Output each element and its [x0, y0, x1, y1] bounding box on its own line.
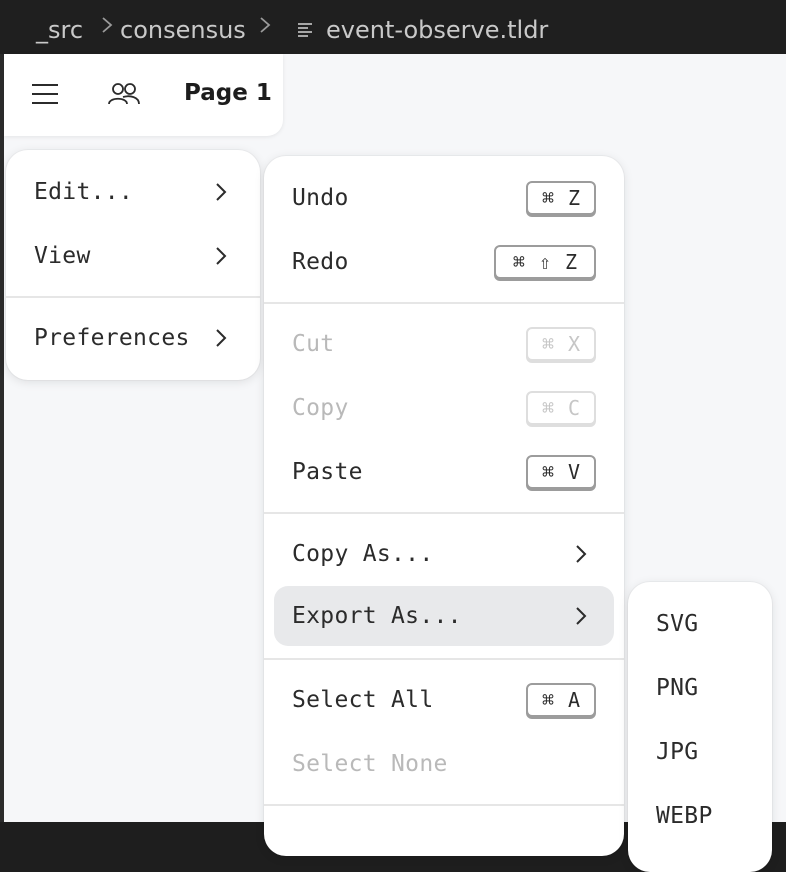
menu-item-export-png[interactable]: PNG	[638, 658, 762, 718]
command-key-icon: ⌘	[541, 688, 554, 712]
shortcut-key: X	[568, 332, 581, 356]
shortcut-undo: ⌘ Z	[526, 181, 596, 215]
menu-item-export-svg[interactable]: SVG	[638, 594, 762, 654]
chevron-right-icon	[574, 543, 588, 565]
shortcut-redo: ⌘ ⇧ Z	[494, 245, 596, 279]
breadcrumb: _src consensus event-observe.tldr	[0, 0, 786, 54]
menu-item-label: Redo	[292, 249, 349, 275]
shortcut-key: Z	[565, 250, 578, 274]
menu-item-label: View	[34, 243, 91, 269]
menu-item-paste[interactable]: Paste ⌘ V	[274, 442, 614, 502]
menu-item-label: Edit...	[34, 179, 134, 205]
command-key-icon: ⌘	[541, 332, 554, 356]
menu-divider	[264, 804, 624, 806]
hamburger-menu-icon[interactable]	[30, 81, 60, 107]
menu-item-redo[interactable]: Redo ⌘ ⇧ Z	[274, 232, 614, 292]
breadcrumb-separator-icon	[258, 14, 272, 42]
menu-item-label: JPG	[656, 739, 699, 765]
chevron-right-icon	[214, 327, 228, 349]
file-text-icon	[296, 20, 314, 45]
menu-item-export-jpg[interactable]: JPG	[638, 722, 762, 782]
menu-divider	[264, 302, 624, 304]
menu-item-label: Copy	[292, 395, 349, 421]
chevron-right-icon	[214, 181, 228, 203]
breadcrumb-item-src[interactable]: _src	[36, 16, 83, 44]
menu-item-label: Preferences	[34, 325, 190, 351]
menu-item-copy[interactable]: Copy ⌘ C	[274, 378, 614, 438]
page-selector[interactable]: Page 1	[184, 80, 272, 106]
menu-item-label: Undo	[292, 185, 349, 211]
command-key-icon: ⌘	[512, 250, 525, 274]
edit-submenu: Undo ⌘ Z Redo ⌘ ⇧ Z Cut ⌘ X Copy ⌘ C Pas…	[264, 156, 624, 856]
people-icon[interactable]	[108, 81, 140, 107]
menu-item-label: SVG	[656, 611, 699, 637]
shortcut-key: V	[568, 460, 581, 484]
shortcut-cut: ⌘ X	[526, 327, 596, 361]
menu-item-preferences[interactable]: Preferences	[16, 308, 250, 368]
menu-item-copy-as[interactable]: Copy As...	[274, 524, 614, 584]
breadcrumb-item-file[interactable]: event-observe.tldr	[326, 16, 548, 44]
menu-item-export-as[interactable]: Export As...	[274, 586, 614, 646]
shortcut-key: Z	[568, 186, 581, 210]
menu-divider	[6, 296, 260, 298]
menu-item-label: Copy As...	[292, 541, 434, 567]
menu-item-edit[interactable]: Edit...	[16, 162, 250, 222]
command-key-icon: ⌘	[541, 186, 554, 210]
shortcut-select-all: ⌘ A	[526, 683, 596, 717]
shortcut-key: C	[568, 396, 581, 420]
main-menu: Edit... View Preferences	[6, 150, 260, 380]
command-key-icon: ⌘	[541, 460, 554, 484]
shortcut-paste: ⌘ V	[526, 455, 596, 489]
shortcut-key: A	[568, 688, 581, 712]
chevron-right-icon	[214, 245, 228, 267]
shortcut-copy: ⌘ C	[526, 391, 596, 425]
chevron-right-icon	[574, 605, 588, 627]
menu-divider	[264, 512, 624, 514]
menu-item-view[interactable]: View	[16, 226, 250, 286]
menu-item-label: Paste	[292, 459, 363, 485]
menu-item-select-none[interactable]: Select None	[274, 734, 614, 794]
command-key-icon: ⌘	[541, 396, 554, 420]
shift-key-icon: ⇧	[538, 250, 552, 274]
menu-item-cut[interactable]: Cut ⌘ X	[274, 314, 614, 374]
toolbar-top-left: Page 1	[4, 54, 283, 136]
menu-item-select-all[interactable]: Select All ⌘ A	[274, 670, 614, 730]
menu-divider	[264, 658, 624, 660]
menu-item-label: Cut	[292, 331, 335, 357]
menu-item-label: Select None	[292, 751, 448, 777]
menu-item-label: Export As...	[292, 603, 462, 629]
menu-item-label: WEBP	[656, 803, 713, 829]
menu-item-undo[interactable]: Undo ⌘ Z	[274, 168, 614, 228]
export-submenu: SVG PNG JPG WEBP	[628, 582, 772, 872]
menu-item-label: PNG	[656, 675, 699, 701]
breadcrumb-item-consensus[interactable]: consensus	[120, 16, 246, 44]
menu-item-export-webp[interactable]: WEBP	[638, 786, 762, 846]
breadcrumb-separator-icon	[100, 14, 114, 42]
menu-item-label: Select All	[292, 687, 434, 713]
